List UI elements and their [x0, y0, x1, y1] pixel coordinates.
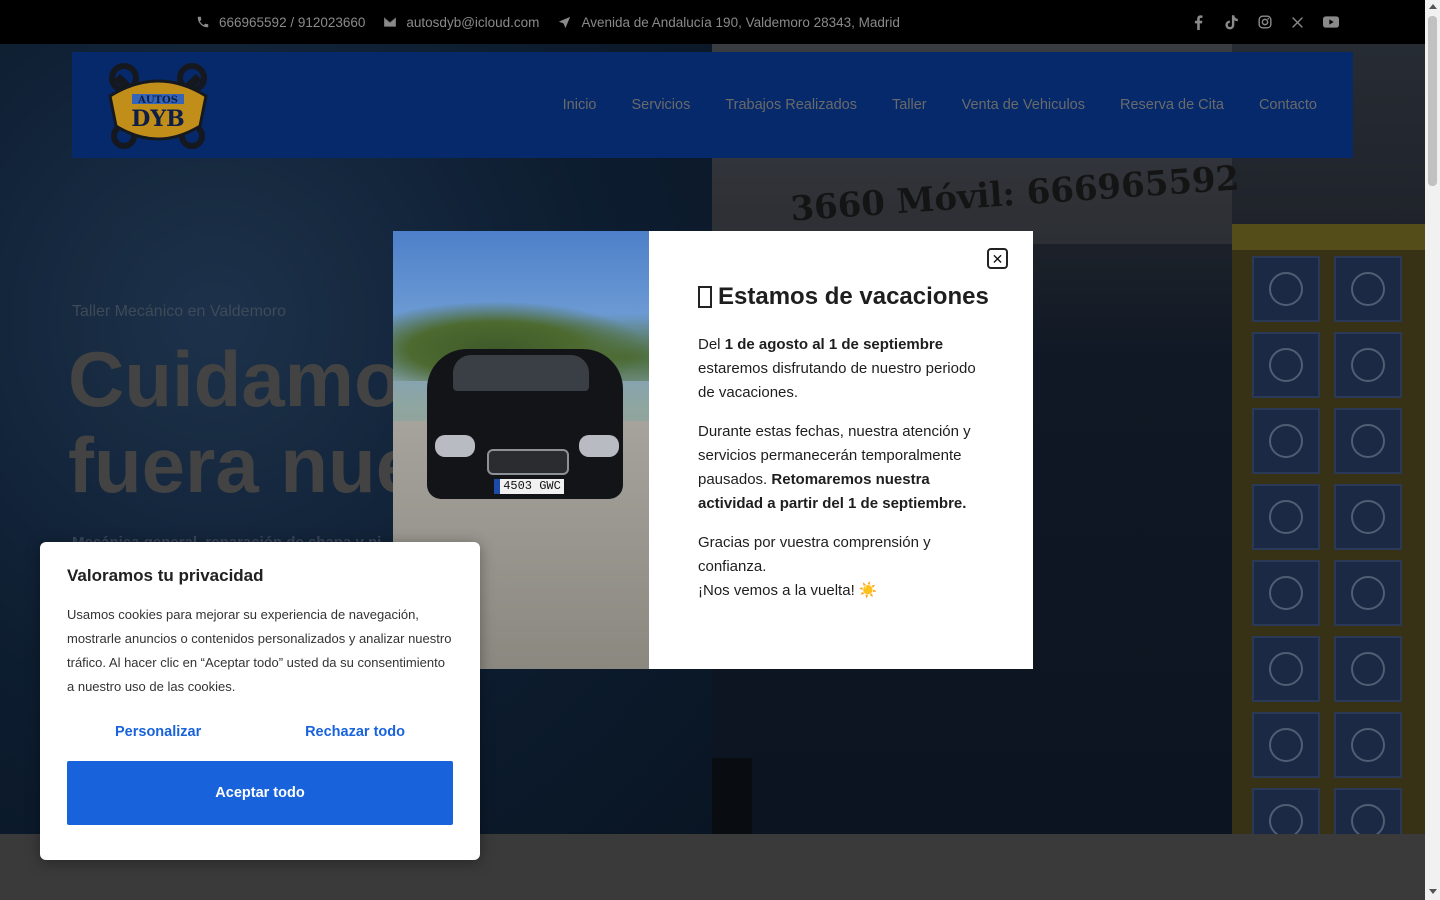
envelope-icon — [384, 17, 397, 27]
social-links — [1182, 0, 1347, 44]
nav-venta-vehiculos[interactable]: Venta de Vehiculos — [962, 97, 1085, 113]
address-item[interactable]: Avenida de Andalucía 190, Valdemoro 2834… — [557, 14, 900, 30]
customize-button[interactable]: Personalizar — [115, 724, 201, 740]
hero-subtitle: Taller Mecánico en Valdemoro — [72, 303, 287, 320]
main-nav: Inicio Servicios Trabajos Realizados Tal… — [528, 52, 1317, 158]
top-bar: 666965592 / 912023660 autosdyb@icloud.co… — [0, 0, 1425, 44]
nav-contacto[interactable]: Contacto — [1259, 97, 1317, 113]
scroll-thumb[interactable] — [1428, 16, 1437, 186]
scroll-down-icon[interactable] — [1429, 889, 1437, 894]
phone-icon — [197, 16, 209, 28]
x-icon[interactable] — [1281, 16, 1314, 29]
nav-inicio[interactable]: Inicio — [563, 97, 597, 113]
svg-text:DYB: DYB — [131, 106, 184, 132]
email-text: autosdyb@icloud.com — [406, 14, 540, 30]
youtube-icon[interactable] — [1314, 16, 1347, 28]
autos-dyb-logo[interactable]: AUTOS DYB — [102, 60, 214, 150]
site-header: AUTOS DYB Inicio Servicios Trabajos Real… — [72, 52, 1353, 158]
popup-paragraph-3: Gracias por vuestra comprensión y confia… — [698, 534, 931, 599]
phone-text: 666965592 / 912023660 — [219, 14, 366, 30]
phone-item[interactable]: 666965592 / 912023660 — [196, 15, 365, 30]
scroll-up-icon[interactable] — [1429, 4, 1437, 9]
cookie-title: Valoramos tu privacidad — [67, 566, 264, 585]
popup-paragraph-1: Del 1 de agosto al 1 de septiembre estar… — [698, 336, 976, 401]
instagram-icon[interactable] — [1248, 15, 1281, 29]
vacation-popup: 4503 GWC Estamos de vacaciones Del 1 de … — [393, 231, 1033, 669]
location-arrow-icon — [559, 16, 571, 28]
nav-reserva-cita[interactable]: Reserva de Cita — [1120, 97, 1224, 113]
nav-trabajos-realizados[interactable]: Trabajos Realizados — [725, 97, 857, 113]
reject-all-button[interactable]: Rechazar todo — [305, 724, 405, 740]
close-icon[interactable]: ✕ — [987, 248, 1008, 269]
popup-paragraph-2: Durante estas fechas, nuestra atención y… — [698, 423, 971, 512]
popup-title-text: Estamos de vacaciones — [718, 283, 989, 310]
tiktok-icon[interactable] — [1215, 14, 1248, 30]
address-text: Avenida de Andalucía 190, Valdemoro 2834… — [581, 14, 900, 30]
missing-glyph-icon — [698, 286, 712, 308]
license-plate: 4503 GWC — [494, 479, 564, 494]
cookie-secondary-actions: Personalizar Rechazar todo — [67, 724, 453, 740]
email-item[interactable]: autosdyb@icloud.com — [383, 15, 539, 30]
facebook-icon[interactable] — [1182, 14, 1215, 30]
cookie-text: Usamos cookies para mejorar su experienc… — [67, 607, 452, 694]
cookie-consent: Valoramos tu privacidad Usamos cookies p… — [40, 542, 480, 860]
popup-title: Estamos de vacaciones — [698, 283, 993, 311]
nav-servicios[interactable]: Servicios — [632, 97, 691, 113]
page-scrollbar[interactable] — [1425, 0, 1440, 900]
popup-content: Estamos de vacaciones Del 1 de agosto al… — [649, 231, 1033, 669]
accept-all-button[interactable]: Aceptar todo — [67, 761, 453, 825]
svg-text:AUTOS: AUTOS — [137, 95, 178, 106]
contact-info: 666965592 / 912023660 autosdyb@icloud.co… — [196, 15, 918, 30]
nav-taller[interactable]: Taller — [892, 97, 927, 113]
